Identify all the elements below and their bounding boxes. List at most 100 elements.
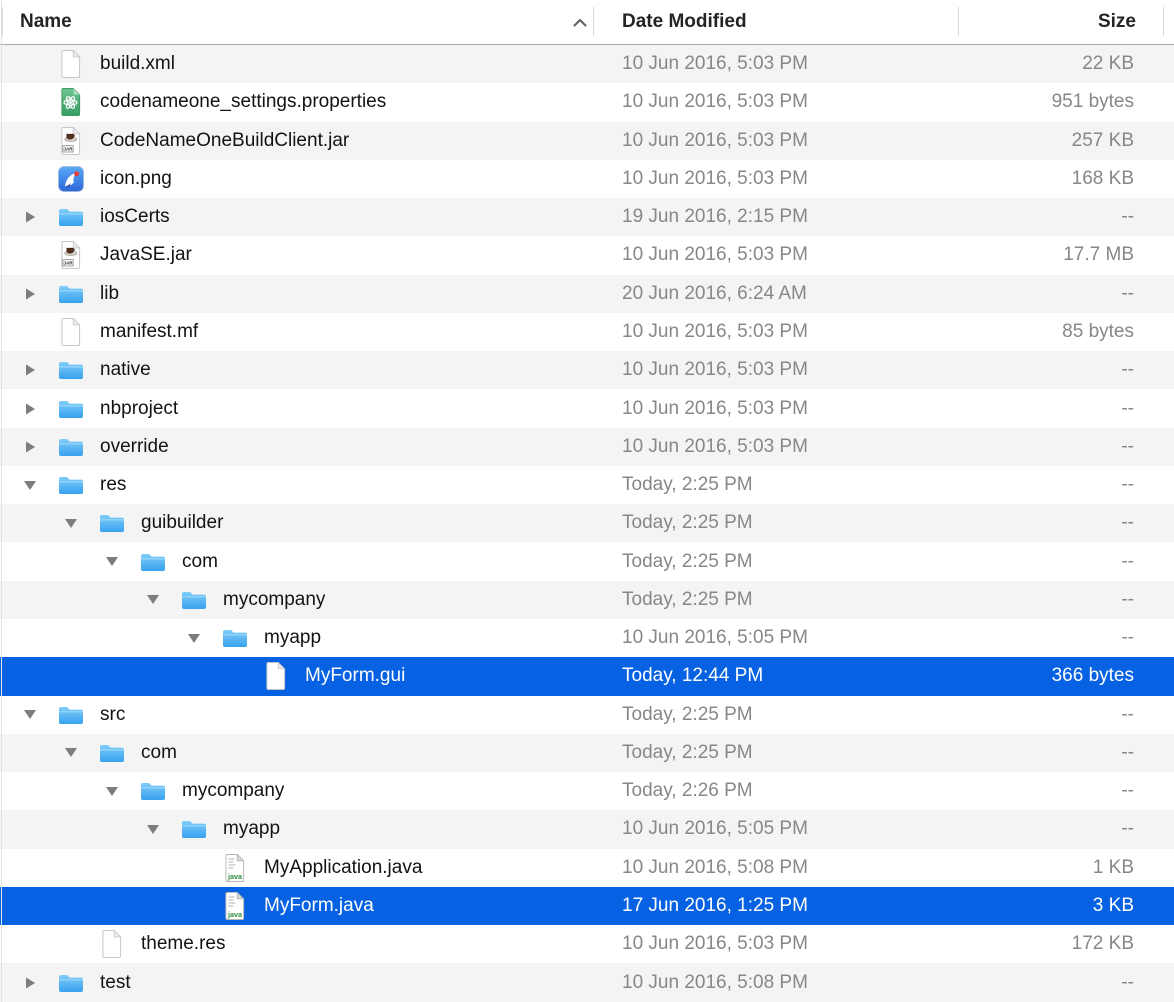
file-size: -- — [934, 780, 1174, 802]
column-header-name[interactable]: Name — [0, 11, 622, 33]
file-name: mycompany — [223, 589, 325, 611]
name-cell: test — [0, 967, 622, 999]
file-row-CodeNameOneBuildClient.jar[interactable]: JAR CodeNameOneBuildClient.jar 10 Jun 20… — [0, 122, 1174, 160]
column-divider — [2, 7, 3, 36]
column-header-date-modified[interactable]: Date Modified — [622, 11, 934, 33]
file-row-com[interactable]: com Today, 2:25 PM -- — [0, 734, 1174, 772]
disclosure-triangle-expanded[interactable] — [94, 786, 130, 797]
disclosure-triangle-collapsed[interactable] — [12, 287, 48, 301]
folder-icon — [179, 813, 209, 845]
folder-icon — [138, 546, 168, 578]
disclosure-triangle-expanded[interactable] — [135, 824, 171, 835]
date-modified: 10 Jun 2016, 5:03 PM — [622, 321, 934, 343]
date-modified: Today, 2:25 PM — [622, 474, 934, 496]
file-row-test[interactable]: test 10 Jun 2016, 5:08 PM -- — [0, 963, 1174, 1001]
file-row-theme.res[interactable]: theme.res 10 Jun 2016, 5:03 PM 172 KB — [0, 925, 1174, 963]
file-size: 17.7 MB — [934, 244, 1174, 266]
blank-document-icon — [261, 660, 291, 692]
file-name: MyForm.gui — [305, 665, 405, 687]
disclosure-triangle-expanded[interactable] — [12, 709, 48, 720]
file-row-mycompany[interactable]: mycompany Today, 2:26 PM -- — [0, 772, 1174, 810]
file-row-myapp[interactable]: myapp 10 Jun 2016, 5:05 PM -- — [0, 810, 1174, 848]
file-size: 257 KB — [934, 130, 1174, 152]
file-size: -- — [934, 742, 1174, 764]
jar-file-icon: JAR — [56, 125, 86, 157]
chevron-up-icon — [572, 17, 588, 28]
file-row-MyForm.java[interactable]: java MyForm.java 17 Jun 2016, 1:25 PM 3 … — [0, 887, 1174, 925]
date-modified: Today, 2:25 PM — [622, 512, 934, 534]
file-name: com — [141, 742, 177, 764]
name-cell: src — [0, 699, 622, 731]
file-name: theme.res — [141, 933, 225, 955]
file-size: -- — [934, 359, 1174, 381]
file-row-src[interactable]: src Today, 2:25 PM -- — [0, 696, 1174, 734]
file-name: native — [100, 359, 151, 381]
name-column-label: Name — [20, 11, 72, 33]
date-modified: 10 Jun 2016, 5:08 PM — [622, 857, 934, 879]
name-cell: override — [0, 431, 622, 463]
disclosure-triangle-expanded[interactable] — [12, 480, 48, 491]
file-row-res[interactable]: res Today, 2:25 PM -- — [0, 466, 1174, 504]
name-cell: theme.res — [0, 928, 622, 960]
file-size: -- — [934, 818, 1174, 840]
date-modified: 10 Jun 2016, 5:03 PM — [622, 244, 934, 266]
name-cell: res — [0, 469, 622, 501]
file-name: CodeNameOneBuildClient.jar — [100, 130, 349, 152]
date-modified: 10 Jun 2016, 5:05 PM — [622, 818, 934, 840]
file-row-com[interactable]: com Today, 2:25 PM -- — [0, 542, 1174, 580]
file-row-manifest.mf[interactable]: manifest.mf 10 Jun 2016, 5:03 PM 85 byte… — [0, 313, 1174, 351]
file-row-build.xml[interactable]: build.xml 10 Jun 2016, 5:03 PM 22 KB — [0, 45, 1174, 83]
file-name: MyApplication.java — [264, 857, 422, 879]
date-modified: 10 Jun 2016, 5:03 PM — [622, 398, 934, 420]
name-cell: myapp — [0, 813, 622, 845]
column-divider — [958, 7, 959, 36]
disclosure-triangle-expanded[interactable] — [53, 747, 89, 758]
file-row-guibuilder[interactable]: guibuilder Today, 2:25 PM -- — [0, 504, 1174, 542]
file-size: 1 KB — [934, 857, 1174, 879]
file-row-mycompany[interactable]: mycompany Today, 2:25 PM -- — [0, 581, 1174, 619]
disclosure-triangle-expanded[interactable] — [176, 633, 212, 644]
disclosure-triangle-expanded[interactable] — [135, 594, 171, 605]
svg-text:java: java — [227, 910, 243, 919]
disclosure-triangle-collapsed[interactable] — [12, 976, 48, 990]
file-row-codenameone_settings.properties[interactable]: codenameone_settings.properties 10 Jun 2… — [0, 83, 1174, 121]
disclosure-triangle-collapsed[interactable] — [12, 402, 48, 416]
file-name: JavaSE.jar — [100, 244, 192, 266]
file-row-override[interactable]: override 10 Jun 2016, 5:03 PM -- — [0, 428, 1174, 466]
codenameone-settings-icon — [56, 86, 86, 118]
folder-icon — [220, 622, 250, 654]
folder-icon — [179, 584, 209, 616]
date-modified: 10 Jun 2016, 5:03 PM — [622, 933, 934, 955]
file-row-icon.png[interactable]: icon.png 10 Jun 2016, 5:03 PM 168 KB — [0, 160, 1174, 198]
file-row-MyForm.gui[interactable]: MyForm.gui Today, 12:44 PM 366 bytes — [0, 657, 1174, 695]
disclosure-triangle-expanded[interactable] — [94, 556, 130, 567]
folder-icon — [56, 201, 86, 233]
file-row-lib[interactable]: lib 20 Jun 2016, 6:24 AM -- — [0, 275, 1174, 313]
file-row-native[interactable]: native 10 Jun 2016, 5:03 PM -- — [0, 351, 1174, 389]
file-size: 172 KB — [934, 933, 1174, 955]
column-divider — [1163, 7, 1164, 36]
folder-icon — [138, 775, 168, 807]
svg-text:JAR: JAR — [63, 146, 73, 151]
date-modified: Today, 2:26 PM — [622, 780, 934, 802]
date-modified: 10 Jun 2016, 5:03 PM — [622, 359, 934, 381]
disclosure-triangle-collapsed[interactable] — [12, 440, 48, 454]
file-row-iosCerts[interactable]: iosCerts 19 Jun 2016, 2:15 PM -- — [0, 198, 1174, 236]
blank-document-icon — [56, 316, 86, 348]
file-row-myapp[interactable]: myapp 10 Jun 2016, 5:05 PM -- — [0, 619, 1174, 657]
name-cell: com — [0, 737, 622, 769]
disclosure-triangle-collapsed[interactable] — [12, 363, 48, 377]
disclosure-triangle-collapsed[interactable] — [12, 210, 48, 224]
file-row-JavaSE.jar[interactable]: JAR JavaSE.jar 10 Jun 2016, 5:03 PM 17.7… — [0, 236, 1174, 274]
file-row-nbproject[interactable]: nbproject 10 Jun 2016, 5:03 PM -- — [0, 389, 1174, 427]
file-size: -- — [934, 436, 1174, 458]
column-header-size[interactable]: Size — [934, 11, 1174, 33]
file-name: override — [100, 436, 169, 458]
file-size: -- — [934, 512, 1174, 534]
file-size: -- — [934, 283, 1174, 305]
disclosure-triangle-expanded[interactable] — [53, 518, 89, 529]
file-size: 22 KB — [934, 53, 1174, 75]
file-size: 85 bytes — [934, 321, 1174, 343]
file-row-MyApplication.java[interactable]: java MyApplication.java 10 Jun 2016, 5:0… — [0, 849, 1174, 887]
folder-icon — [97, 737, 127, 769]
